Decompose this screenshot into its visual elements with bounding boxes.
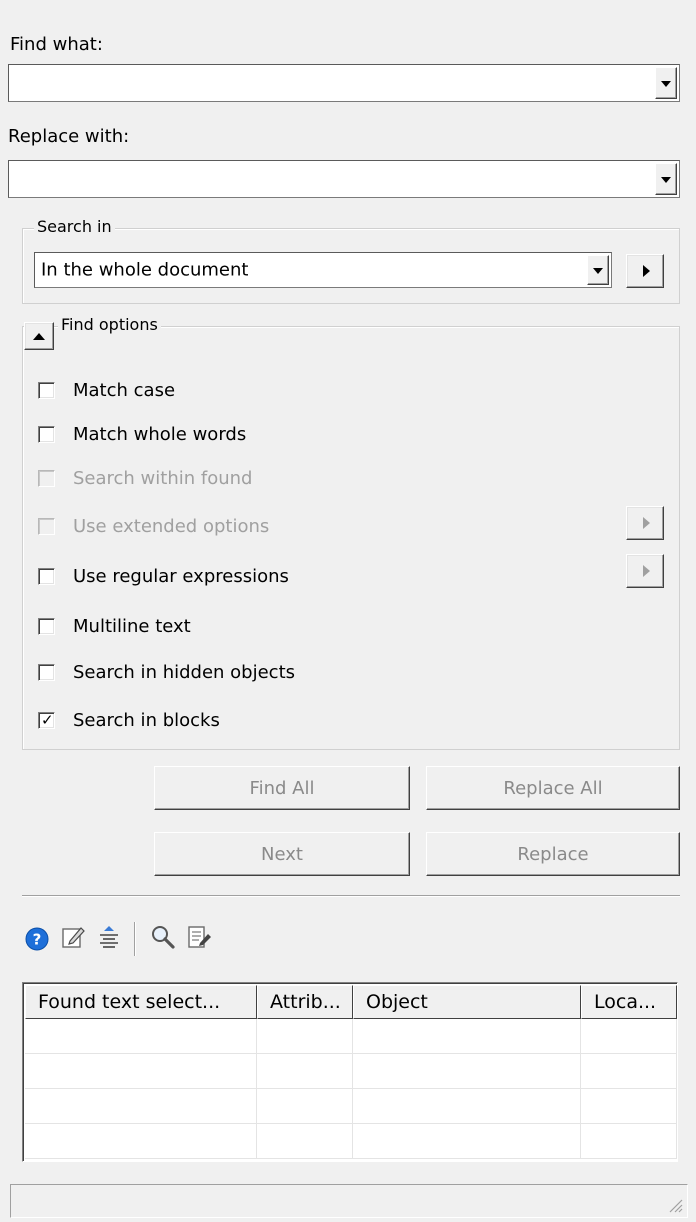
table-row[interactable] xyxy=(25,1054,677,1089)
chevron-down-icon xyxy=(661,177,671,183)
replace-with-label: Replace with: xyxy=(8,126,130,147)
match-whole-words-checkbox[interactable] xyxy=(38,425,55,443)
table-body xyxy=(25,1019,677,1159)
chevron-down-icon xyxy=(593,268,603,274)
replace-all-button[interactable]: Replace All xyxy=(426,766,680,810)
match-case-checkbox[interactable] xyxy=(38,381,55,399)
find-what-label: Find what: xyxy=(10,34,103,55)
option-search-hidden-objects[interactable]: Search in hidden objects xyxy=(38,660,295,684)
table-cell xyxy=(353,1019,581,1053)
status-bar xyxy=(10,1184,688,1218)
search-in-combo[interactable]: In the whole document xyxy=(34,252,612,288)
option-multiline-text[interactable]: Multiline text xyxy=(38,614,191,638)
table-cell xyxy=(257,1054,353,1088)
option-search-within-found: Search within found xyxy=(38,466,252,490)
table-cell xyxy=(25,1089,257,1123)
chevron-right-icon xyxy=(643,265,650,277)
match-case-label: Match case xyxy=(73,379,176,401)
regular-expressions-button[interactable] xyxy=(626,554,664,588)
table-cell xyxy=(581,1019,677,1053)
table-cell xyxy=(25,1124,257,1158)
resize-grip-icon[interactable] xyxy=(667,1197,683,1213)
table-header: Found text select... Attrib... Object Lo… xyxy=(25,985,677,1019)
table-row[interactable] xyxy=(25,1019,677,1054)
option-search-in-blocks[interactable]: ✓ Search in blocks xyxy=(38,708,220,732)
results-table[interactable]: Found text select... Attrib... Object Lo… xyxy=(22,982,678,1162)
table-cell xyxy=(581,1054,677,1088)
use-regular-expressions-checkbox[interactable] xyxy=(38,567,55,585)
multiline-text-label: Multiline text xyxy=(73,615,191,637)
extended-options-button xyxy=(626,506,664,540)
option-match-case[interactable]: Match case xyxy=(38,378,175,402)
replace-with-combo[interactable] xyxy=(8,160,680,198)
table-cell xyxy=(257,1019,353,1053)
help-icon[interactable]: ? xyxy=(24,926,50,952)
table-cell xyxy=(25,1019,257,1053)
svg-text:?: ? xyxy=(33,931,42,949)
find-what-dropdown-button[interactable] xyxy=(655,67,677,99)
find-all-button[interactable]: Find All xyxy=(154,766,410,810)
use-regular-expressions-label: Use regular expressions xyxy=(73,565,289,587)
column-header-object[interactable]: Object xyxy=(353,985,581,1019)
table-cell xyxy=(25,1054,257,1088)
table-cell xyxy=(257,1089,353,1123)
option-use-extended-options: Use extended options xyxy=(38,514,269,538)
properties-icon[interactable] xyxy=(186,924,212,950)
search-in-blocks-checkbox[interactable]: ✓ xyxy=(38,710,55,729)
separator xyxy=(22,895,680,897)
search-in-dropdown-button[interactable] xyxy=(587,255,609,285)
column-header-location[interactable]: Loca... xyxy=(581,985,677,1019)
toolbar-separator xyxy=(134,922,136,956)
table-cell xyxy=(581,1124,677,1158)
search-in-legend: Search in xyxy=(34,218,115,236)
edit-icon[interactable] xyxy=(60,924,86,950)
replace-with-dropdown-button[interactable] xyxy=(655,163,677,195)
option-use-regular-expressions[interactable]: Use regular expressions xyxy=(38,564,289,588)
table-cell xyxy=(353,1089,581,1123)
use-extended-options-checkbox xyxy=(38,517,55,535)
search-in-value: In the whole document xyxy=(41,259,249,281)
table-cell xyxy=(353,1124,581,1158)
chevron-up-icon xyxy=(33,333,45,340)
align-icon[interactable] xyxy=(96,924,122,950)
column-header-found-text[interactable]: Found text select... xyxy=(25,985,257,1019)
table-cell xyxy=(257,1124,353,1158)
match-whole-words-label: Match whole words xyxy=(73,423,247,445)
table-row[interactable] xyxy=(25,1124,677,1159)
option-match-whole-words[interactable]: Match whole words xyxy=(38,422,246,446)
use-extended-options-label: Use extended options xyxy=(73,515,270,537)
table-cell xyxy=(353,1054,581,1088)
find-what-combo[interactable] xyxy=(8,64,680,102)
table-row[interactable] xyxy=(25,1089,677,1124)
search-hidden-objects-checkbox[interactable] xyxy=(38,663,55,681)
chevron-down-icon xyxy=(661,81,671,87)
search-hidden-objects-label: Search in hidden objects xyxy=(73,661,296,683)
table-cell xyxy=(581,1089,677,1123)
search-in-blocks-label: Search in blocks xyxy=(73,709,220,731)
search-within-found-label: Search within found xyxy=(73,467,253,489)
search-within-found-checkbox xyxy=(38,469,55,487)
find-options-legend: Find options xyxy=(58,316,161,334)
zoom-icon[interactable] xyxy=(150,924,176,950)
collapse-options-button[interactable] xyxy=(24,322,54,350)
checkmark-icon: ✓ xyxy=(41,710,54,729)
next-button[interactable]: Next xyxy=(154,832,410,876)
chevron-right-icon xyxy=(643,517,650,529)
chevron-right-icon xyxy=(643,565,650,577)
search-in-more-button[interactable] xyxy=(626,254,664,288)
replace-button[interactable]: Replace xyxy=(426,832,680,876)
multiline-text-checkbox[interactable] xyxy=(38,617,55,635)
column-header-attrib[interactable]: Attrib... xyxy=(257,985,353,1019)
